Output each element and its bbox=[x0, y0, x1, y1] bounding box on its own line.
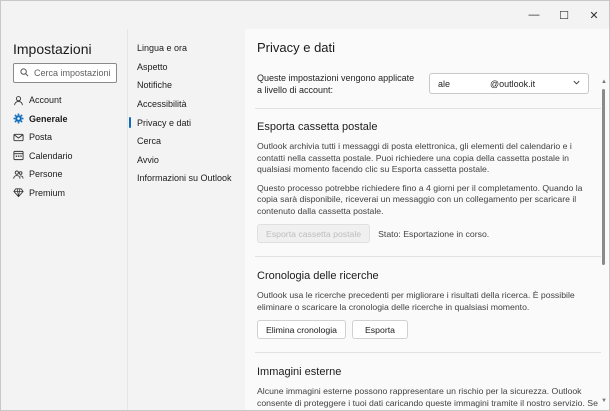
settings-title: Impostazioni bbox=[13, 41, 92, 57]
general-subcategory-nav: Lingua e ora Aspetto Notifiche Accessibi… bbox=[127, 29, 245, 410]
subnav-item-search[interactable]: Cerca bbox=[128, 132, 246, 151]
scrollbar-thumb[interactable] bbox=[602, 89, 605, 265]
mail-icon bbox=[13, 132, 24, 143]
export-history-button[interactable]: Esporta bbox=[352, 320, 408, 339]
scroll-down-arrow[interactable]: ▼ bbox=[601, 398, 607, 404]
settings-category-nav: Impostazioni Account Generale bbox=[1, 29, 127, 410]
nav-item-mail[interactable]: Posta bbox=[1, 128, 127, 147]
external-images-text: Alcune immagini esterne possono rapprese… bbox=[257, 386, 598, 410]
export-mailbox-section: Esporta cassetta postale Outlook archivi… bbox=[255, 109, 601, 256]
person-icon bbox=[13, 95, 24, 106]
subnav-item-startup[interactable]: Avvio bbox=[128, 151, 246, 170]
subnav-item-about[interactable]: Informazioni su Outlook bbox=[128, 169, 246, 188]
privacy-settings-pane: Privacy e dati Queste impostazioni vengo… bbox=[245, 29, 609, 410]
search-input[interactable] bbox=[34, 68, 114, 78]
nav-item-label: Posta bbox=[29, 132, 53, 143]
chevron-down-icon bbox=[572, 78, 581, 89]
export-mailbox-title: Esporta cassetta postale bbox=[257, 121, 378, 133]
nav-item-general[interactable]: Generale bbox=[1, 110, 127, 129]
subnav-item-language[interactable]: Lingua e ora bbox=[128, 39, 246, 58]
nav-item-label: Premium bbox=[29, 187, 66, 198]
export-mailbox-note: Questo processo potrebbe richiedere fino… bbox=[257, 182, 583, 216]
diamond-icon bbox=[13, 187, 24, 198]
export-mailbox-button[interactable]: Esporta cassetta postale bbox=[257, 224, 371, 243]
subnav-item-notifications[interactable]: Notifiche bbox=[128, 76, 246, 95]
nav-item-people[interactable]: Persone bbox=[1, 165, 127, 184]
nav-item-calendar[interactable]: Calendario bbox=[1, 147, 127, 166]
minimize-button[interactable]: — bbox=[519, 1, 549, 29]
nav-item-account[interactable]: Account bbox=[1, 91, 127, 110]
external-images-section: Immagini esterne Alcune immagini esterne… bbox=[255, 353, 601, 410]
account-dropdown[interactable]: ale @outlook.it bbox=[429, 73, 589, 94]
nav-item-label: Generale bbox=[29, 113, 68, 124]
settings-scroll-area[interactable]: Queste impostazioni vengono applicate a … bbox=[245, 69, 609, 410]
export-mailbox-text: Outlook archivia tutti i messaggi di pos… bbox=[257, 141, 572, 174]
search-box[interactable] bbox=[13, 63, 117, 83]
delete-history-button[interactable]: Elimina cronologia bbox=[257, 320, 346, 339]
people-icon bbox=[13, 169, 24, 180]
search-history-text: Outlook usa le ricerche precedenti per m… bbox=[257, 290, 575, 312]
settings-window: — ☐ ✕ Impostazioni Account Generale bbox=[0, 0, 610, 411]
gear-icon bbox=[13, 113, 24, 124]
account-dropdown-value: ale @outlook.it bbox=[438, 78, 536, 89]
external-images-title: Immagini esterne bbox=[257, 366, 342, 378]
close-button[interactable]: ✕ bbox=[579, 1, 609, 29]
scroll-up-arrow[interactable]: ▲ bbox=[601, 79, 607, 85]
nav-item-label: Persone bbox=[29, 169, 63, 180]
calendar-icon bbox=[13, 150, 24, 161]
export-status-text: Stato: Esportazione in corso. bbox=[378, 228, 490, 239]
title-bar: — ☐ ✕ bbox=[1, 1, 609, 29]
search-history-section: Cronologia delle ricerche Outlook usa le… bbox=[255, 257, 601, 352]
subnav-item-privacy[interactable]: Privacy e dati bbox=[128, 113, 246, 132]
account-row: Queste impostazioni vengono applicate a … bbox=[255, 69, 601, 109]
nav-item-label: Account bbox=[29, 95, 62, 106]
subnav-item-appearance[interactable]: Aspetto bbox=[128, 58, 246, 77]
search-history-title: Cronologia delle ricerche bbox=[257, 270, 379, 282]
account-scope-label: Queste impostazioni vengono applicate a … bbox=[257, 73, 415, 95]
nav-item-label: Calendario bbox=[29, 150, 73, 161]
search-icon bbox=[20, 64, 29, 82]
page-title: Privacy e dati bbox=[257, 40, 336, 55]
subnav-item-accessibility[interactable]: Accessibilità bbox=[128, 95, 246, 114]
nav-item-premium[interactable]: Premium bbox=[1, 184, 127, 203]
maximize-button[interactable]: ☐ bbox=[549, 1, 579, 29]
